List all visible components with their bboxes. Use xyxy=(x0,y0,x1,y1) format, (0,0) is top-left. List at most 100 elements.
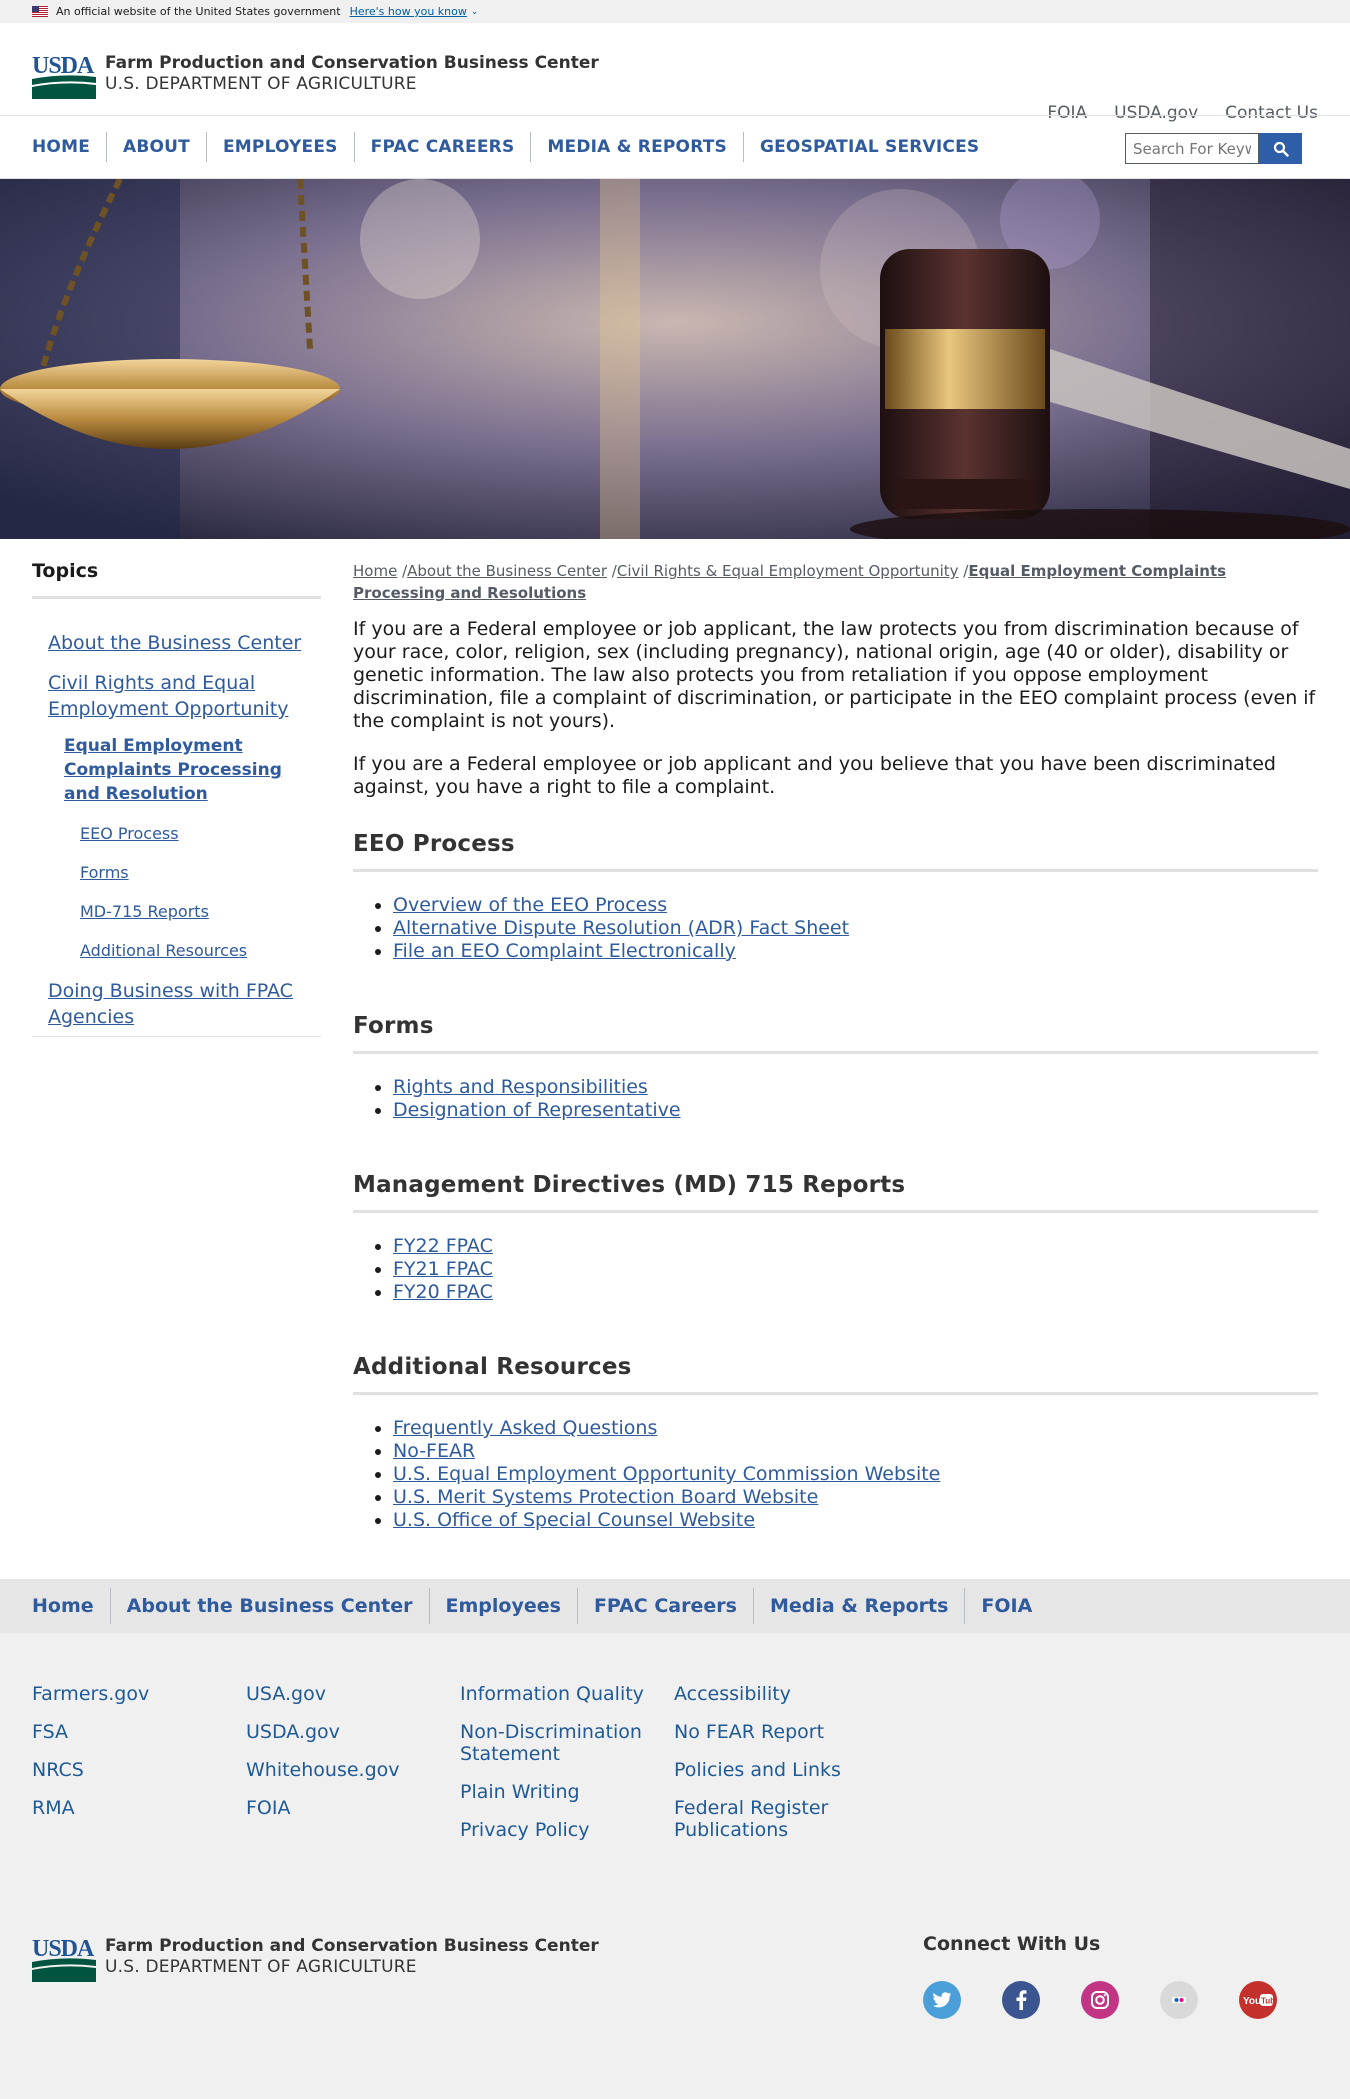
breadcrumb-separator: / xyxy=(607,562,617,580)
footer-logo[interactable]: USDA Farm Production and Conservation Bu… xyxy=(32,1936,599,1982)
fy21-fpac-link[interactable]: FY21 FPAC xyxy=(393,1258,493,1280)
breadcrumb-home[interactable]: Home xyxy=(353,562,397,580)
footer-nav-about[interactable]: About the Business Center xyxy=(109,1588,429,1624)
nav-home[interactable]: HOME xyxy=(32,132,106,162)
agency-name: Farm Production and Conservation Busines… xyxy=(105,53,599,73)
chevron-down-icon[interactable]: ⌄ xyxy=(471,7,479,17)
usda-logo-icon: USDA xyxy=(32,1936,96,1982)
footer-link-farmers-gov[interactable]: Farmers.gov xyxy=(32,1683,232,1705)
usda-logo-icon: USDA xyxy=(32,53,96,99)
footer-link-accessibility[interactable]: Accessibility xyxy=(674,1683,864,1705)
footer-link-usda-gov[interactable]: USDA.gov xyxy=(246,1721,446,1743)
connect-title: Connect With Us xyxy=(923,1933,1101,1955)
section-title: Management Directives (MD) 715 Reports xyxy=(353,1172,1318,1213)
nav-media-reports[interactable]: MEDIA & REPORTS xyxy=(530,132,743,162)
sidebar-item-forms[interactable]: Forms xyxy=(32,862,321,884)
footer-link-no-fear-report[interactable]: No FEAR Report xyxy=(674,1721,864,1743)
footer-column: Accessibility No FEAR Report Policies an… xyxy=(674,1683,864,1857)
fy20-fpac-link[interactable]: FY20 FPAC xyxy=(393,1281,493,1303)
nav-geospatial-services[interactable]: GEOSPATIAL SERVICES xyxy=(742,132,995,162)
footer-link-policies-links[interactable]: Policies and Links xyxy=(674,1759,864,1781)
site-header: USDA Farm Production and Conservation Bu… xyxy=(0,23,1350,123)
overview-eeo-process-link[interactable]: Overview of the EEO Process xyxy=(393,894,667,916)
sidebar-item-civil-rights[interactable]: Civil Rights and Equal Employment Opport… xyxy=(32,670,321,722)
footer-nav-home[interactable]: Home xyxy=(32,1588,110,1624)
footer-nav-foia[interactable]: FOIA xyxy=(964,1588,1048,1624)
search-box xyxy=(1125,133,1302,164)
sidebar-item-md715-reports[interactable]: MD-715 Reports xyxy=(32,901,321,923)
footer-link-privacy-policy[interactable]: Privacy Policy xyxy=(460,1819,650,1841)
footer-link-rma[interactable]: RMA xyxy=(32,1797,232,1819)
search-icon xyxy=(1273,141,1289,157)
youtube-icon[interactable]: YouTube xyxy=(1239,1981,1277,2019)
nav-fpac-careers[interactable]: FPAC CAREERS xyxy=(353,132,531,162)
sidebar-nav: About the Business Center Civil Rights a… xyxy=(32,630,321,1037)
main-nav: HOME ABOUT EMPLOYEES FPAC CAREERS MEDIA … xyxy=(0,115,1350,179)
footer-nav: Home About the Business Center Employees… xyxy=(0,1579,1350,1633)
footer-link-usa-gov[interactable]: USA.gov xyxy=(246,1683,446,1705)
instagram-icon[interactable] xyxy=(1081,1981,1119,2019)
twitter-icon[interactable] xyxy=(923,1981,961,2019)
list-item: FY20 FPAC xyxy=(393,1281,1318,1304)
heres-how-you-know-link[interactable]: Here's how you know xyxy=(350,5,467,18)
footer-nav-fpac-careers[interactable]: FPAC Careers xyxy=(576,1588,753,1624)
svg-text:You: You xyxy=(1243,1996,1261,2007)
rights-responsibilities-link[interactable]: Rights and Responsibilities xyxy=(393,1076,648,1098)
footer-link-foia[interactable]: FOIA xyxy=(246,1797,446,1819)
department-name: U.S. DEPARTMENT OF AGRICULTURE xyxy=(105,74,417,94)
footer-link-fsa[interactable]: FSA xyxy=(32,1721,232,1743)
intro-paragraph: If you are a Federal employee or job app… xyxy=(353,753,1276,798)
flickr-icon[interactable] xyxy=(1160,1981,1198,2019)
search-button[interactable] xyxy=(1259,133,1302,164)
osc-website-link[interactable]: U.S. Office of Special Counsel Website xyxy=(393,1509,755,1531)
social-links: YouTube xyxy=(923,1981,1277,2019)
mspb-website-link[interactable]: U.S. Merit Systems Protection Board Webs… xyxy=(393,1486,818,1508)
breadcrumb-about[interactable]: About the Business Center xyxy=(407,562,607,580)
sidebar-item-additional-resources[interactable]: Additional Resources xyxy=(32,940,321,962)
us-flag-icon xyxy=(32,6,48,17)
sidebar-item-complaints-processing[interactable]: Equal Employment Complaints Processing a… xyxy=(32,734,321,806)
eeoc-website-link[interactable]: U.S. Equal Employment Opportunity Commis… xyxy=(393,1463,940,1485)
adr-fact-sheet-link[interactable]: Alternative Dispute Resolution (ADR) Fac… xyxy=(393,917,849,939)
footer-agency-name: Farm Production and Conservation Busines… xyxy=(105,1936,599,1956)
footer-nav-employees[interactable]: Employees xyxy=(428,1588,577,1624)
svg-text:Tube: Tube xyxy=(1261,1997,1273,2006)
facebook-icon[interactable] xyxy=(1002,1981,1040,2019)
footer-link-nrcs[interactable]: NRCS xyxy=(32,1759,232,1781)
designation-representative-link[interactable]: Designation of Representative xyxy=(393,1099,681,1121)
section-forms: Forms Rights and Responsibilities Design… xyxy=(353,1013,1318,1122)
fy22-fpac-link[interactable]: FY22 FPAC xyxy=(393,1235,493,1257)
list-item: Overview of the EEO Process xyxy=(393,894,1318,917)
footer-link-information-quality[interactable]: Information Quality xyxy=(460,1683,650,1705)
list-item: Alternative Dispute Resolution (ADR) Fac… xyxy=(393,917,1318,940)
list-item: No-FEAR xyxy=(393,1440,1318,1463)
footer-column: Information Quality Non-Discrimination S… xyxy=(460,1683,650,1857)
breadcrumb-civil-rights[interactable]: Civil Rights & Equal Employment Opportun… xyxy=(617,562,959,580)
sidebar-item-doing-business[interactable]: Doing Business with FPAC Agencies xyxy=(32,978,321,1030)
footer-column: Farmers.gov FSA NRCS RMA xyxy=(32,1683,232,1835)
list-item: File an EEO Complaint Electronically xyxy=(393,940,1318,963)
sidebar-item-eeo-process[interactable]: EEO Process xyxy=(32,823,321,845)
site-logo[interactable]: USDA Farm Production and Conservation Bu… xyxy=(32,53,599,99)
list-item: U.S. Equal Employment Opportunity Commis… xyxy=(393,1463,1318,1486)
footer-nav-media-reports[interactable]: Media & Reports xyxy=(752,1588,964,1624)
footer-link-whitehouse-gov[interactable]: Whitehouse.gov xyxy=(246,1759,446,1781)
footer-link-plain-writing[interactable]: Plain Writing xyxy=(460,1781,650,1803)
footer-link-federal-register[interactable]: Federal Register Publications xyxy=(674,1797,864,1841)
footer-link-non-discrimination[interactable]: Non-Discrimination Statement xyxy=(460,1721,650,1765)
sidebar-item-about[interactable]: About the Business Center xyxy=(32,630,321,656)
nav-about[interactable]: ABOUT xyxy=(106,132,206,162)
section-additional-resources: Additional Resources Frequently Asked Qu… xyxy=(353,1354,1318,1532)
faq-link[interactable]: Frequently Asked Questions xyxy=(393,1417,657,1439)
no-fear-link[interactable]: No-FEAR xyxy=(393,1440,475,1462)
nav-employees[interactable]: EMPLOYEES xyxy=(205,132,354,162)
footer-column: USA.gov USDA.gov Whitehouse.gov FOIA xyxy=(246,1683,446,1835)
connect-with-us: Connect With Us YouTube xyxy=(923,1933,1277,2019)
breadcrumb: Home /About the Business Center /Civil R… xyxy=(353,560,1318,604)
usda-logo-text: USDA xyxy=(32,1936,95,1962)
file-eeo-complaint-link[interactable]: File an EEO Complaint Electronically xyxy=(393,940,736,962)
search-input[interactable] xyxy=(1125,133,1259,164)
link-list: FY22 FPAC FY21 FPAC FY20 FPAC xyxy=(353,1235,1318,1304)
footer-department-name: U.S. DEPARTMENT OF AGRICULTURE xyxy=(105,1957,417,1977)
section-title: Additional Resources xyxy=(353,1354,1318,1395)
